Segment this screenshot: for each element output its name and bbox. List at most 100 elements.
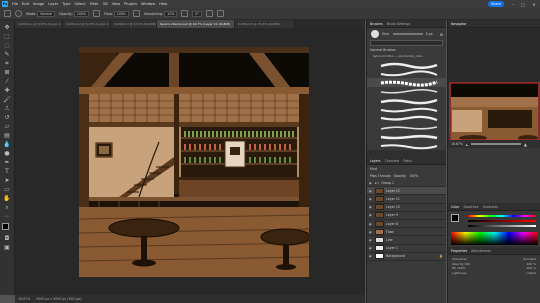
menu-layer[interactable]: Layer: [48, 2, 58, 6]
tavern-artwork[interactable]: [79, 47, 309, 277]
brush-preset[interactable]: [367, 123, 446, 132]
brush-preset[interactable]: [367, 141, 446, 150]
color-swatches[interactable]: [1, 222, 13, 234]
zoom-tool-icon[interactable]: ⌕: [3, 204, 12, 212]
zoom-in-icon[interactable]: ▲: [524, 142, 527, 147]
eraser-tool-icon[interactable]: ▱: [3, 123, 12, 131]
hand-tool-icon[interactable]: ✋: [3, 195, 12, 203]
lock-icon[interactable]: 🔒: [439, 254, 443, 258]
size-slider[interactable]: [392, 33, 423, 35]
layer-row[interactable]: ◉ Layer 8: [367, 220, 446, 229]
navigator-preview[interactable]: [448, 28, 540, 168]
document-tab-active[interactable]: tavern-interior.psd @ 16.7% (Layer 12, R…: [157, 20, 235, 28]
menu-view[interactable]: View: [112, 2, 121, 6]
menu-3d[interactable]: 3D: [103, 2, 108, 6]
color-spectrum[interactable]: [451, 232, 538, 245]
menu-filter[interactable]: Filter: [90, 2, 99, 6]
close-icon[interactable]: ✕: [529, 0, 539, 8]
layer-row[interactable]: ◉ Layer 12: [367, 187, 446, 196]
dodge-tool-icon[interactable]: ●: [3, 150, 12, 158]
pressure-size-icon[interactable]: [206, 10, 214, 17]
visibility-icon[interactable]: ◉: [369, 189, 373, 193]
brush-tip-preview[interactable]: [371, 30, 379, 38]
document-tab[interactable]: Untitled-1 @ 6.67% (Layer 1, RGB/8): [15, 20, 63, 28]
menu-file[interactable]: File: [12, 2, 18, 6]
visibility-icon[interactable]: ◉: [369, 197, 373, 201]
brush-preset[interactable]: [367, 96, 446, 105]
mode-select[interactable]: Normal: [37, 10, 55, 17]
brush-preset[interactable]: [367, 69, 446, 78]
share-button[interactable]: Share: [488, 1, 504, 7]
tab-brushes[interactable]: Brushes: [370, 22, 383, 26]
type-tool-icon[interactable]: T: [3, 168, 12, 176]
blur-tool-icon[interactable]: 💧: [3, 141, 12, 149]
layer-row[interactable]: ◉ Floor: [367, 228, 446, 237]
layer-row[interactable]: ◉ Layer 1: [367, 245, 446, 253]
zoom-readout[interactable]: 16.67%: [18, 297, 30, 301]
healing-brush-tool-icon[interactable]: ✚: [3, 87, 12, 95]
foreground-color-chip[interactable]: [451, 214, 459, 222]
menu-plugins[interactable]: Plugins: [124, 2, 137, 6]
document-tab[interactable]: Untitled-2 @ 8.33% (Layer 2, RGB/8): [63, 20, 111, 28]
hue-slider[interactable]: [468, 215, 536, 217]
zoom-out-icon[interactable]: ▴: [466, 142, 468, 147]
brush-preset[interactable]: [367, 114, 446, 123]
symmetry-icon[interactable]: [217, 10, 225, 17]
tab-gradients[interactable]: Gradients: [483, 205, 499, 209]
brush-tool-preset-icon[interactable]: [4, 10, 11, 17]
visibility-icon[interactable]: ◉: [369, 238, 373, 242]
eyedropper-tool-icon[interactable]: ⁄: [3, 78, 12, 86]
menu-type[interactable]: Type: [62, 2, 70, 6]
brush-tool-icon[interactable]: 🖌: [3, 96, 12, 104]
gradient-tool-icon[interactable]: ▤: [3, 132, 12, 140]
new-brush-icon[interactable]: ⊕: [440, 32, 443, 37]
visibility-icon[interactable]: ◉: [369, 181, 373, 185]
document-tab[interactable]: Untitled-3 @ 12.5% (RGB/8): [111, 20, 157, 28]
foreground-color-swatch[interactable]: [2, 223, 9, 230]
tab-adjustments[interactable]: Adjustments: [471, 249, 491, 253]
smoothing-field[interactable]: 10%: [164, 10, 178, 17]
tab-paths[interactable]: Paths: [403, 159, 412, 163]
frame-tool-icon[interactable]: ⊠: [3, 69, 12, 77]
quick-select-tool-icon[interactable]: ✎: [3, 51, 12, 59]
pressure-opacity-icon[interactable]: [93, 10, 100, 17]
tab-swatches[interactable]: Swatches: [463, 205, 478, 209]
crop-tool-icon[interactable]: ⌗: [3, 60, 12, 68]
pen-tool-icon[interactable]: ✒: [3, 159, 12, 167]
move-tool-icon[interactable]: ✥: [3, 24, 12, 32]
history-brush-tool-icon[interactable]: ↺: [3, 114, 12, 122]
visibility-icon[interactable]: ◉: [369, 213, 373, 217]
rectangle-tool-icon[interactable]: ▭: [3, 186, 12, 194]
menu-select[interactable]: Select: [75, 2, 86, 6]
visibility-icon[interactable]: ◉: [369, 254, 373, 258]
more-tools-icon[interactable]: ⋯: [3, 213, 12, 221]
size-value[interactable]: 4 px: [426, 32, 433, 36]
brush-preset[interactable]: [367, 60, 446, 69]
brush-preset-selected[interactable]: [367, 78, 446, 87]
path-selection-tool-icon[interactable]: ➤: [3, 177, 12, 185]
menu-edit[interactable]: Edit: [22, 2, 29, 6]
menu-help[interactable]: Help: [159, 2, 167, 6]
visibility-icon[interactable]: ◉: [369, 205, 373, 209]
minimize-icon[interactable]: –: [508, 0, 518, 8]
tab-layers[interactable]: Layers: [370, 159, 381, 163]
marquee-tool-icon[interactable]: ⬚: [3, 33, 12, 41]
flow-field[interactable]: 100%: [113, 10, 129, 17]
layer-row[interactable]: ◉ ▸▭ Group 1: [367, 179, 446, 188]
menu-window[interactable]: Window: [141, 2, 155, 6]
layer-row[interactable]: ◉ Background 🔒: [367, 253, 446, 261]
brush-preset[interactable]: [367, 87, 446, 96]
brush-preset[interactable]: [367, 132, 446, 141]
layer-filter-kind[interactable]: Kind: [370, 167, 377, 171]
airbrush-icon[interactable]: [132, 10, 140, 17]
saturation-slider[interactable]: [468, 220, 536, 222]
lasso-tool-icon[interactable]: ◌: [3, 42, 12, 50]
quick-mask-icon[interactable]: ◘: [3, 235, 12, 243]
layer-blend-mode[interactable]: Pass Through: [370, 174, 391, 178]
angle-field[interactable]: 0°: [192, 10, 203, 17]
brightness-slider[interactable]: [468, 225, 536, 227]
layer-row[interactable]: ◉ Layer 10: [367, 204, 446, 212]
tab-navigator[interactable]: Navigator: [451, 22, 467, 26]
brush-preset[interactable]: [367, 105, 446, 114]
document-tab[interactable]: Untitled-5 @ 33.3% (RGB/8): [235, 20, 295, 28]
